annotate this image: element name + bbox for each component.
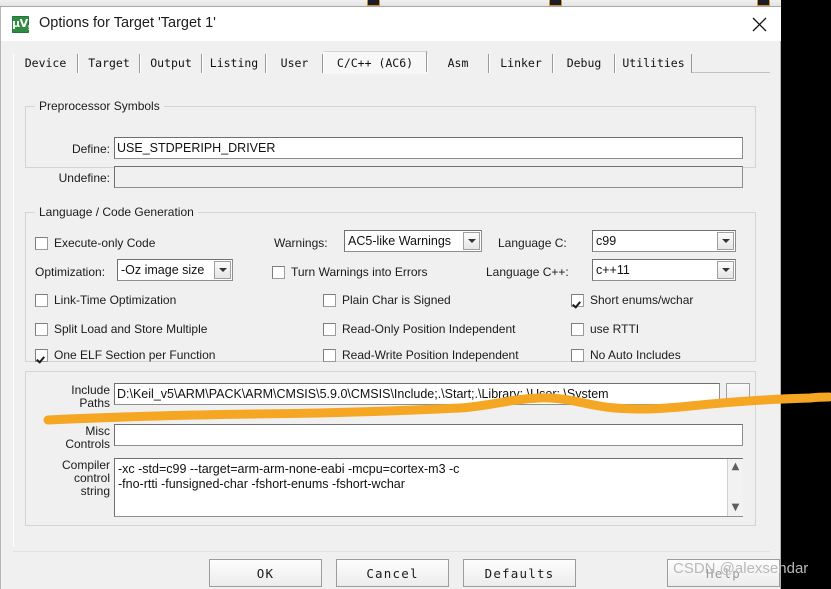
checkbox-label: No Auto Includes xyxy=(590,348,681,362)
tab-panel-c-cpp: Preprocessor Symbols Define: USE_STDPERI… xyxy=(13,73,770,547)
checkbox-box xyxy=(35,236,48,250)
optimization-value: -Oz image size xyxy=(121,263,205,277)
tab-linker[interactable]: Linker xyxy=(489,54,553,73)
checkbox-box xyxy=(571,293,584,307)
watermark: CSDN @alexsendar xyxy=(673,560,809,577)
checkbox-no-auto-includes[interactable]: No Auto Includes xyxy=(571,348,681,362)
preprocessor-symbols-label: Preprocessor Symbols xyxy=(35,99,164,113)
screen: µV5 Options for Target 'Target 1' Device… xyxy=(0,0,831,589)
scroll-down-icon[interactable]: ▼ xyxy=(728,500,743,516)
checkbox-read-write-position-independent[interactable]: Read-Write Position Independent xyxy=(323,348,519,362)
language-c-combo[interactable]: c99 xyxy=(592,230,736,252)
chevron-down-icon[interactable] xyxy=(214,261,231,279)
batch-build-icon[interactable] xyxy=(757,0,770,6)
checkbox-use-rtti[interactable]: use RTTI xyxy=(571,322,639,336)
scroll-up-icon[interactable]: ▲ xyxy=(728,459,743,475)
checkbox-label: Read-Write Position Independent xyxy=(342,348,519,362)
checkbox-label: Read-Only Position Independent xyxy=(342,322,516,336)
tab-target[interactable]: Target xyxy=(78,54,140,73)
checkbox-read-only-position-independent[interactable]: Read-Only Position Independent xyxy=(323,322,515,336)
checkbox-box xyxy=(323,293,336,307)
chevron-down-icon[interactable] xyxy=(717,232,734,250)
checkbox-link-time-optimization[interactable]: Link-Time Optimization xyxy=(35,293,176,307)
tab-c-cpp-ac6[interactable]: C/C++ (AC6) xyxy=(323,51,427,74)
chevron-down-icon[interactable] xyxy=(717,261,734,279)
checkbox-box xyxy=(272,265,285,279)
rebuild-icon[interactable] xyxy=(549,0,562,6)
ok-button[interactable]: OK xyxy=(209,559,322,587)
checkbox-box xyxy=(35,348,48,362)
checkbox-label: Split Load and Store Multiple xyxy=(54,322,208,336)
checkbox-box xyxy=(571,322,584,336)
define-input[interactable]: USE_STDPERIPH_DRIVER xyxy=(114,137,743,159)
checkbox-label: Plain Char is Signed xyxy=(342,293,451,307)
checkbox-turn-warnings-into-errors[interactable]: Turn Warnings into Errors xyxy=(272,265,427,279)
dialog-title: Options for Target 'Target 1' xyxy=(39,15,216,31)
checkbox-label: Link-Time Optimization xyxy=(54,293,177,307)
checkbox-plain-char-is-signed[interactable]: Plain Char is Signed xyxy=(323,293,451,307)
language-c-label: Language C: xyxy=(498,236,567,250)
checkbox-label: Execute-only Code xyxy=(54,236,156,250)
checkbox-short-enums-wchar[interactable]: Short enums/wchar xyxy=(571,293,693,307)
language-cpp-label: Language C++: xyxy=(486,265,569,279)
undefine-input[interactable] xyxy=(114,166,743,188)
background-toolbar xyxy=(0,0,831,7)
undefine-label: Undefine: xyxy=(58,171,110,185)
build-icon[interactable] xyxy=(367,0,380,6)
checkbox-label: use RTTI xyxy=(590,322,640,336)
optimization-combo[interactable]: -Oz image size xyxy=(117,259,233,281)
tab-bar: Device Target Output Listing User C/C++ … xyxy=(13,51,770,74)
close-icon xyxy=(752,17,767,32)
tab-device[interactable]: Device xyxy=(13,54,78,73)
close-button[interactable] xyxy=(738,7,782,41)
occluded-right-region xyxy=(781,0,831,589)
compiler-control-string-textarea[interactable]: -xc -std=c99 --target=arm-arm-none-eabi … xyxy=(114,458,743,517)
tab-listing[interactable]: Listing xyxy=(202,54,266,73)
checkbox-label: One ELF Section per Function xyxy=(54,348,216,362)
tab-utilities[interactable]: Utilities xyxy=(615,54,692,73)
cancel-button[interactable]: Cancel xyxy=(336,559,449,587)
defaults-button[interactable]: Defaults xyxy=(463,559,576,587)
misc-controls-label-line2: Controls xyxy=(65,437,110,451)
chevron-down-icon[interactable] xyxy=(463,232,480,250)
include-paths-label-line2: Paths xyxy=(79,396,110,410)
checkbox-box xyxy=(571,348,584,362)
checkbox-execute-only-code[interactable]: Execute-only Code xyxy=(35,236,155,250)
optimization-label: Optimization: xyxy=(35,265,106,279)
checkbox-split-load-and-store-multiple[interactable]: Split Load and Store Multiple xyxy=(35,322,207,336)
compiler-control-string-label-line3: string xyxy=(80,484,110,498)
checkbox-box xyxy=(35,293,48,307)
checkbox-box xyxy=(323,322,336,336)
warnings-label: Warnings: xyxy=(274,236,328,250)
define-label: Define: xyxy=(71,142,110,156)
include-paths-input[interactable]: D:\Keil_v5\ARM\PACK\ARM\CMSIS\5.9.0\CMSI… xyxy=(114,383,720,405)
warnings-value: AC5-like Warnings xyxy=(348,234,452,248)
button-row-separator xyxy=(13,551,770,552)
language-cpp-combo[interactable]: c++11 xyxy=(592,259,736,281)
tab-output[interactable]: Output xyxy=(140,54,202,73)
tab-user[interactable]: User xyxy=(266,54,323,73)
checkbox-box xyxy=(323,348,336,362)
include-paths-browse-button[interactable]: ... xyxy=(726,383,750,405)
tab-asm[interactable]: Asm xyxy=(427,54,489,73)
options-for-target-dialog: µV5 Options for Target 'Target 1' Device… xyxy=(0,7,782,589)
warnings-combo[interactable]: AC5-like Warnings xyxy=(344,230,482,252)
language-code-generation-label: Language / Code Generation xyxy=(35,205,198,219)
checkbox-label: Turn Warnings into Errors xyxy=(291,265,428,279)
checkbox-box xyxy=(35,322,48,336)
dialog-titlebar: µV5 Options for Target 'Target 1' xyxy=(1,7,782,41)
keil-uvision5-icon: µV5 xyxy=(12,16,33,33)
tab-debug[interactable]: Debug xyxy=(553,54,615,73)
misc-controls-input[interactable] xyxy=(114,424,743,446)
language-c-value: c99 xyxy=(596,234,617,248)
active-tab-join xyxy=(323,72,427,74)
language-cpp-value: c++11 xyxy=(596,263,630,277)
checkbox-one-elf-section-per-function[interactable]: One ELF Section per Function xyxy=(35,348,215,362)
checkbox-label: Short enums/wchar xyxy=(590,293,694,307)
compiler-string-scrollbar[interactable]: ▲ ▼ xyxy=(727,459,743,516)
